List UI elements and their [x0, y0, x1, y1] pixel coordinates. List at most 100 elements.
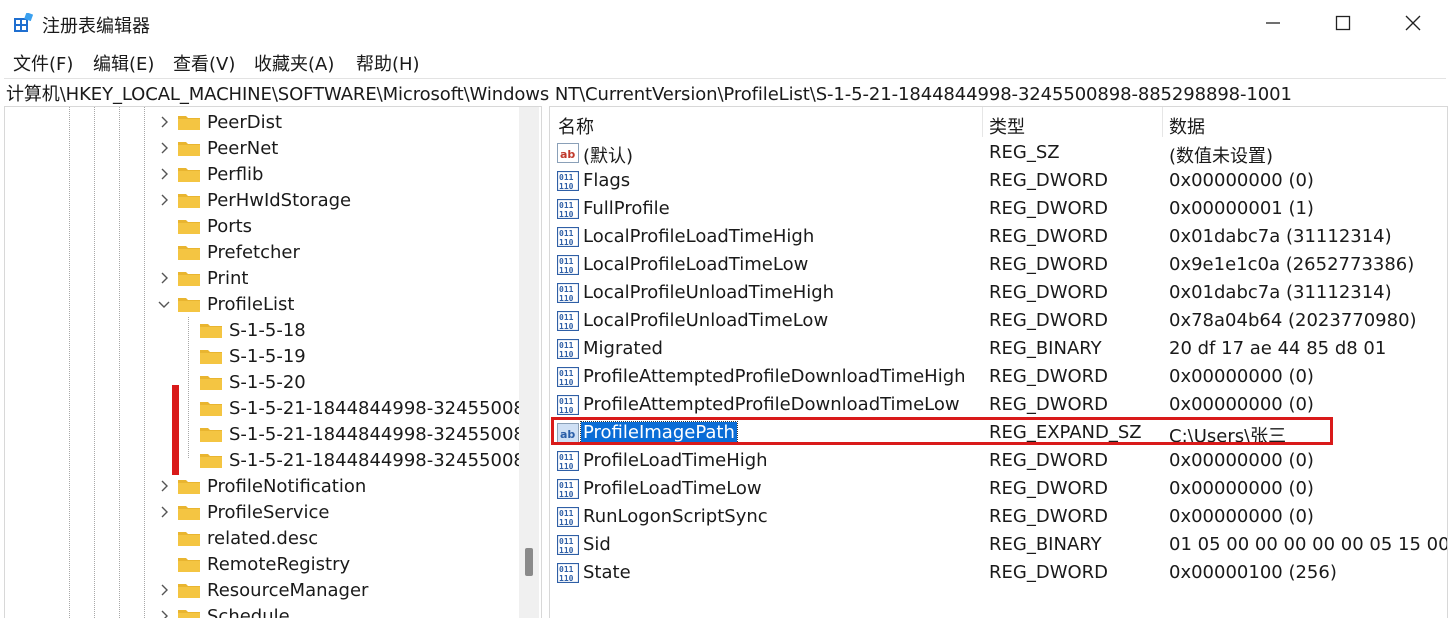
key-tree-pane[interactable]: PeerDistPeerNetPerflibPerHwIdStoragePort… — [4, 106, 542, 618]
tree-scrollbar[interactable] — [519, 107, 539, 618]
chevron-right-icon[interactable] — [157, 141, 171, 155]
value-row[interactable]: 011110MigratedREG_BINARY20 df 17 ae 44 8… — [550, 335, 1447, 363]
menu-file[interactable]: 文件(F) — [13, 50, 73, 76]
tree-node-label: ResourceManager — [207, 580, 368, 601]
tree-node[interactable]: S-1-5-18 — [199, 317, 306, 343]
address-path[interactable]: 计算机\HKEY_LOCAL_MACHINE\SOFTWARE\Microsof… — [6, 80, 1292, 106]
svg-text:110: 110 — [559, 294, 574, 303]
value-name[interactable]: Migrated — [583, 338, 663, 359]
value-name[interactable]: State — [583, 562, 631, 583]
value-row[interactable]: 011110ProfileAttemptedProfileDownloadTim… — [550, 391, 1447, 419]
chevron-right-icon[interactable] — [157, 479, 171, 493]
close-button[interactable] — [1378, 0, 1448, 46]
value-name[interactable]: (默认) — [583, 142, 633, 168]
chevron-right-icon[interactable] — [157, 167, 171, 181]
svg-text:011: 011 — [559, 341, 574, 350]
value-name[interactable]: RunLogonScriptSync — [583, 506, 768, 527]
values-list-pane[interactable]: 名称 类型 数据 ab(默认)REG_SZ(数值未设置)011110FlagsR… — [549, 106, 1448, 618]
value-row[interactable]: ab(默认)REG_SZ(数值未设置) — [550, 139, 1447, 167]
value-name[interactable]: LocalProfileLoadTimeLow — [583, 254, 808, 275]
tree-node-label: Print — [207, 268, 248, 289]
tree-node[interactable]: PeerNet — [157, 135, 278, 161]
menu-view[interactable]: 查看(V) — [173, 50, 235, 76]
chevron-down-icon[interactable] — [157, 297, 171, 311]
tree-node[interactable]: ResourceManager — [157, 577, 368, 603]
svg-text:011: 011 — [559, 481, 574, 490]
tree-scrollbar-thumb[interactable] — [525, 548, 533, 576]
folder-icon — [177, 477, 201, 495]
value-type: REG_DWORD — [989, 310, 1108, 331]
binary-value-icon: 011110 — [557, 311, 579, 331]
value-type: REG_DWORD — [989, 170, 1108, 191]
menu-help[interactable]: 帮助(H) — [356, 50, 420, 76]
value-name[interactable]: ProfileAttemptedProfileDownloadTimeHigh — [583, 366, 966, 387]
value-row[interactable]: 011110LocalProfileUnloadTimeLow REG_DWORD… — [550, 307, 1447, 335]
value-row[interactable]: 011110FullProfileREG_DWORD0x00000001 (1) — [550, 195, 1447, 223]
maximize-button[interactable] — [1308, 0, 1378, 46]
minimize-button[interactable] — [1238, 0, 1308, 46]
annotation-bar — [172, 385, 179, 475]
value-row[interactable]: 011110FlagsREG_DWORD0x00000000 (0) — [550, 167, 1447, 195]
value-name[interactable]: ProfileLoadTimeLow — [583, 478, 762, 499]
menu-favorites[interactable]: 收藏夹(A) — [254, 50, 334, 76]
tree-node[interactable]: Prefetcher — [157, 239, 300, 265]
value-row[interactable]: 011110ProfileLoadTimeHighREG_DWORD0x0000… — [550, 447, 1447, 475]
tree-node[interactable]: PeerDist — [157, 109, 282, 135]
value-name[interactable]: LocalProfileUnloadTimeLow — [583, 310, 828, 331]
svg-text:110: 110 — [559, 378, 574, 387]
value-row[interactable]: 011110LocalProfileLoadTimeHighREG_DWORD0… — [550, 223, 1447, 251]
svg-text:011: 011 — [559, 173, 574, 182]
chevron-right-icon[interactable] — [157, 583, 171, 597]
value-name[interactable]: ProfileLoadTimeHigh — [583, 450, 768, 471]
value-data: 0x00000000 (0) — [1169, 366, 1314, 387]
tree-node[interactable]: S-1-5-20 — [199, 369, 306, 395]
value-name[interactable]: LocalProfileLoadTimeHigh — [583, 226, 814, 247]
value-row[interactable]: 011110StateREG_DWORD0x00000100 (256) — [550, 559, 1447, 587]
tree-node[interactable]: S-1-5-21-1844844998-32455008 — [199, 395, 525, 421]
column-header-data[interactable]: 数据 — [1169, 113, 1205, 139]
chevron-right-icon[interactable] — [157, 115, 171, 129]
tree-node[interactable]: RemoteRegistry — [157, 551, 350, 577]
value-row[interactable]: 011110ProfileLoadTimeLowREG_DWORD0x00000… — [550, 475, 1447, 503]
tree-node[interactable]: ProfileService — [157, 499, 330, 525]
tree-node[interactable]: Schedule — [157, 603, 290, 618]
value-name[interactable]: LocalProfileUnloadTimeHigh — [583, 282, 834, 303]
tree-node[interactable]: ProfileList — [157, 291, 294, 317]
tree-node[interactable]: ProfileNotification — [157, 473, 366, 499]
folder-icon — [177, 269, 201, 287]
value-name[interactable]: Sid — [583, 534, 611, 555]
tree-node[interactable]: Print — [157, 265, 248, 291]
column-header-name[interactable]: 名称 — [558, 113, 594, 139]
tree-node[interactable]: S-1-5-21-1844844998-32455008 — [199, 447, 525, 473]
value-name[interactable]: Flags — [583, 170, 630, 191]
tree-node[interactable]: S-1-5-21-1844844998-32455008 — [199, 421, 525, 447]
address-bar[interactable]: 计算机\HKEY_LOCAL_MACHINE\SOFTWARE\Microsof… — [4, 78, 1446, 105]
chevron-right-icon[interactable] — [157, 271, 171, 285]
folder-icon — [199, 399, 223, 417]
value-row[interactable]: 011110LocalProfileLoadTimeLowREG_DWORD0x… — [550, 251, 1447, 279]
tree-node[interactable]: S-1-5-19 — [199, 343, 306, 369]
svg-text:011: 011 — [559, 285, 574, 294]
menu-edit[interactable]: 编辑(E) — [93, 50, 154, 76]
tree-node[interactable]: PerHwIdStorage — [157, 187, 351, 213]
value-row[interactable]: 011110RunLogonScriptSyncREG_DWORD0x00000… — [550, 503, 1447, 531]
value-row[interactable]: 011110LocalProfileUnloadTimeHighREG_DWOR… — [550, 279, 1447, 307]
binary-value-icon: 011110 — [557, 227, 579, 247]
chevron-right-icon[interactable] — [157, 193, 171, 207]
tree-node[interactable]: Ports — [157, 213, 252, 239]
value-row[interactable]: 011110SidREG_BINARY01 05 00 00 00 00 00 … — [550, 531, 1447, 559]
svg-text:110: 110 — [559, 462, 574, 471]
column-divider[interactable] — [1162, 107, 1163, 137]
chevron-right-icon[interactable] — [157, 505, 171, 519]
value-name[interactable]: ProfileAttemptedProfileDownloadTimeLow — [583, 394, 960, 415]
tree-guide-line — [144, 107, 145, 618]
tree-node-label: ProfileService — [207, 502, 330, 523]
tree-node[interactable]: related.desc — [157, 525, 318, 551]
value-name[interactable]: FullProfile — [583, 198, 670, 219]
folder-icon — [177, 555, 201, 573]
svg-text:110: 110 — [559, 350, 574, 359]
column-header-type[interactable]: 类型 — [989, 113, 1025, 139]
tree-node[interactable]: Perflib — [157, 161, 263, 187]
value-row[interactable]: 011110ProfileAttemptedProfileDownloadTim… — [550, 363, 1447, 391]
column-divider[interactable] — [982, 107, 983, 137]
